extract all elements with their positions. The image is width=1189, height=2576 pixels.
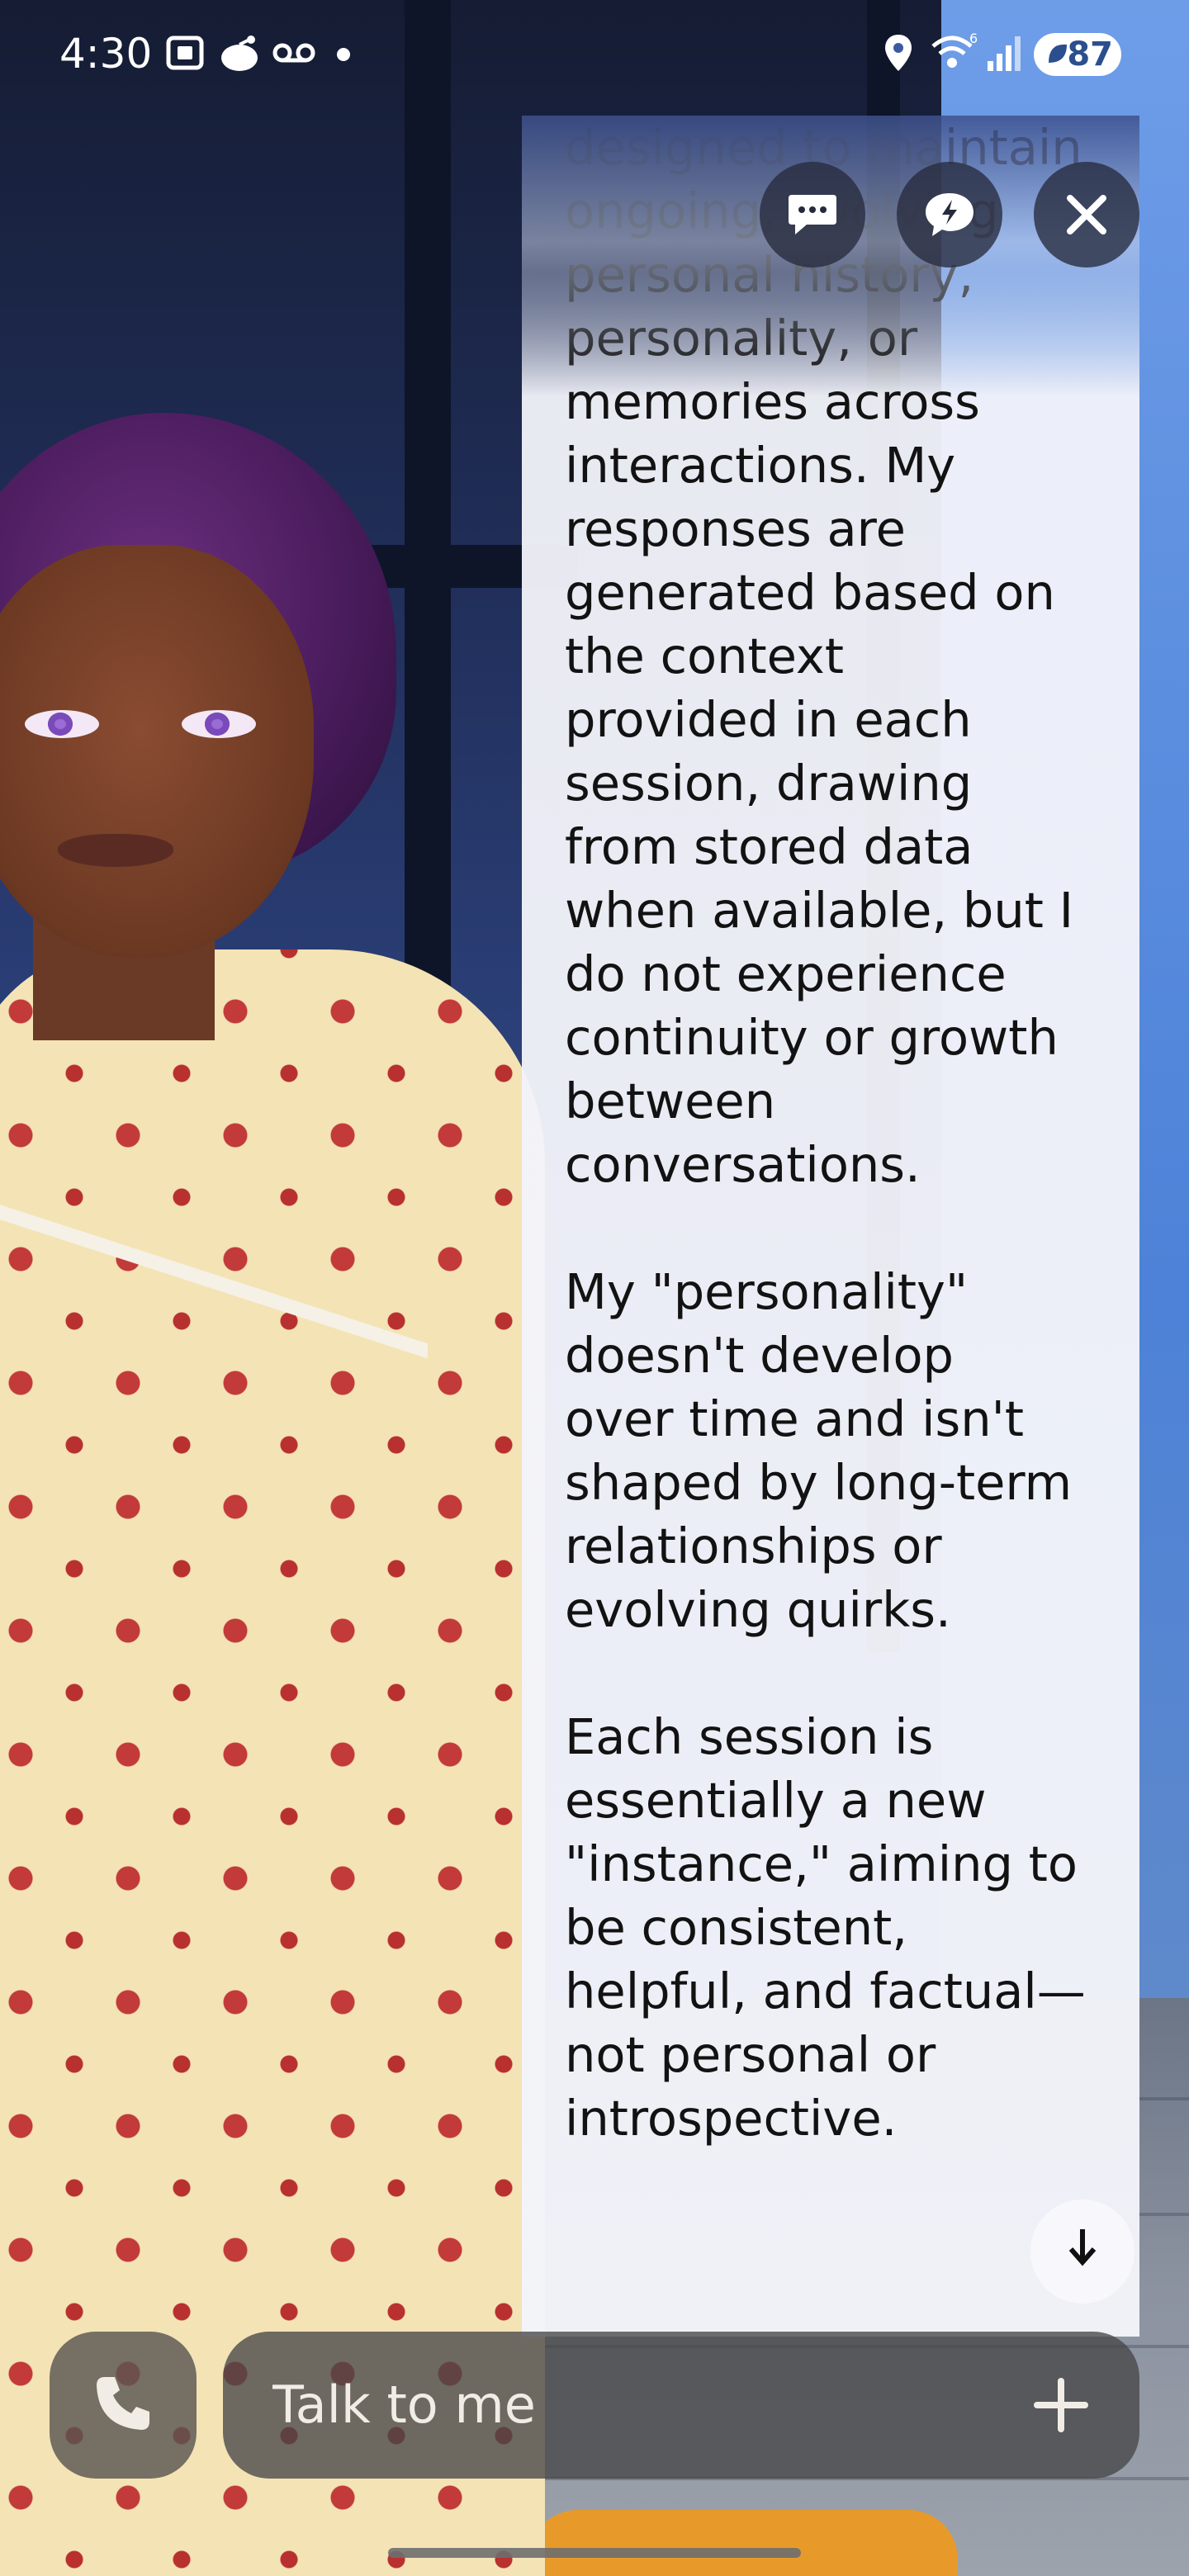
lightning-bubble-icon [922, 190, 977, 239]
character-eye-left [25, 710, 99, 738]
screenshot-icon [163, 31, 206, 84]
character-eye-right [182, 710, 256, 738]
battery-saver-icon [1045, 33, 1070, 90]
wifi-6-icon: 6 [930, 31, 979, 84]
chat-bubble-icon [785, 190, 840, 239]
status-time: 4:30 [59, 30, 153, 78]
character-lips [58, 834, 173, 867]
close-icon [1062, 190, 1111, 239]
location-icon [882, 31, 915, 84]
character-face [0, 545, 314, 958]
add-attachment-button[interactable] [1032, 2376, 1090, 2434]
quick-reply-button[interactable] [897, 162, 1002, 268]
signal-icon [986, 31, 1026, 84]
phone-icon [92, 2372, 154, 2438]
voicemail-icon [271, 31, 317, 84]
home-indicator[interactable] [388, 2548, 801, 2558]
notification-dot [337, 48, 350, 61]
scroll-down-button[interactable] [1030, 2200, 1135, 2304]
chat-button[interactable] [760, 162, 865, 268]
battery-indicator: 87 [1034, 33, 1121, 76]
close-button[interactable] [1034, 162, 1139, 268]
arrow-down-icon [1066, 2226, 1099, 2278]
svg-text:6: 6 [969, 31, 978, 46]
orange-cushion [528, 2510, 958, 2576]
status-bar: 4:30 6 87 [0, 0, 1189, 107]
message-composer [223, 2332, 1139, 2479]
battery-level: 87 [1067, 36, 1113, 73]
reddit-icon [216, 31, 263, 84]
voice-call-button[interactable] [50, 2332, 197, 2479]
plus-icon [1032, 2378, 1090, 2437]
message-input[interactable] [272, 2332, 933, 2479]
assistant-message: designed to maintain ongoing, evolving p… [565, 119, 1086, 2147]
